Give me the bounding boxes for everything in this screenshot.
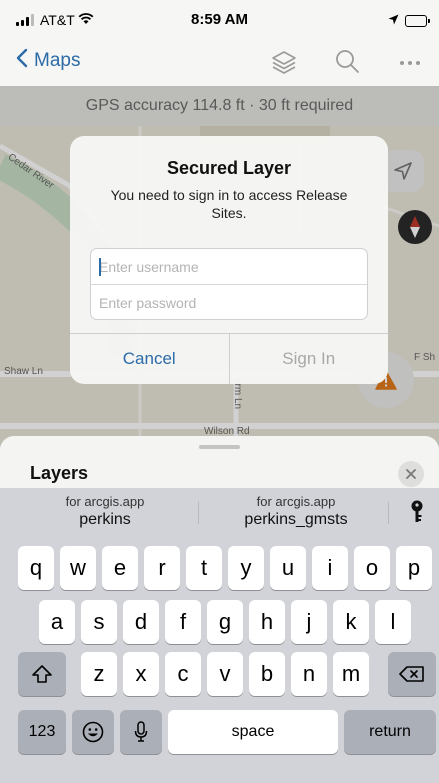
suggestion-username: perkins xyxy=(79,511,131,528)
emoji-icon xyxy=(82,721,104,743)
alert-fields xyxy=(90,248,368,320)
layers-icon[interactable] xyxy=(270,48,298,81)
key-y[interactable]: y xyxy=(228,546,264,590)
numbers-key[interactable]: 123 xyxy=(18,710,66,754)
password-field[interactable] xyxy=(91,285,367,319)
passwords-key-button[interactable] xyxy=(402,500,432,529)
emoji-key[interactable] xyxy=(72,710,114,754)
key-i[interactable]: i xyxy=(312,546,348,590)
key-q[interactable]: q xyxy=(18,546,54,590)
nav-bar: Maps xyxy=(0,38,439,86)
status-bar: AT&T 8:59 AM xyxy=(0,0,439,38)
key-h[interactable]: h xyxy=(249,600,285,644)
back-label: Maps xyxy=(34,50,81,71)
status-time: 8:59 AM xyxy=(191,11,248,28)
key-e[interactable]: e xyxy=(102,546,138,590)
key-m[interactable]: m xyxy=(333,652,369,696)
search-icon[interactable] xyxy=(334,48,360,81)
suggestion-source: for arcgis.app xyxy=(65,494,145,509)
key-f[interactable]: f xyxy=(165,600,201,644)
layers-title: Layers xyxy=(30,463,89,483)
key-x[interactable]: x xyxy=(123,652,159,696)
chevron-left-icon xyxy=(16,48,28,74)
more-icon[interactable] xyxy=(398,54,422,72)
password-suggestions-bar: for arcgis.app perkins for arcgis.app pe… xyxy=(0,488,439,536)
key-t[interactable]: t xyxy=(186,546,222,590)
battery-icon xyxy=(405,15,430,27)
suggestion-username: perkins_gmsts xyxy=(244,511,348,528)
key-k[interactable]: k xyxy=(333,600,369,644)
shift-key[interactable] xyxy=(18,652,66,696)
location-arrow-icon xyxy=(388,12,399,30)
key-u[interactable]: u xyxy=(270,546,306,590)
keyboard: for arcgis.app perkins for arcgis.app pe… xyxy=(0,488,439,783)
key-p[interactable]: p xyxy=(396,546,432,590)
shift-icon xyxy=(32,665,52,683)
suggestion-divider xyxy=(198,502,199,524)
microphone-icon xyxy=(134,721,148,742)
sign-in-button[interactable]: Sign In xyxy=(230,334,389,384)
key-b[interactable]: b xyxy=(249,652,285,696)
close-button[interactable] xyxy=(398,461,424,487)
delete-key[interactable] xyxy=(388,652,436,696)
alert-buttons: Cancel Sign In xyxy=(70,333,388,384)
status-right xyxy=(388,12,430,30)
key-j[interactable]: j xyxy=(291,600,327,644)
key-v[interactable]: v xyxy=(207,652,243,696)
key-s[interactable]: s xyxy=(81,600,117,644)
suggestion-perkins[interactable]: for arcgis.app perkins xyxy=(30,494,180,529)
secured-layer-alert: Secured Layer You need to sign in to acc… xyxy=(70,136,388,384)
key-z[interactable]: z xyxy=(81,652,117,696)
key-a[interactable]: a xyxy=(39,600,75,644)
cancel-button[interactable]: Cancel xyxy=(70,334,230,384)
key-w[interactable]: w xyxy=(60,546,96,590)
alert-message: You need to sign in to access Release Si… xyxy=(110,187,348,221)
return-key[interactable]: return xyxy=(344,710,436,754)
key-r[interactable]: r xyxy=(144,546,180,590)
key-icon xyxy=(411,500,423,522)
layers-panel: Layers xyxy=(0,436,439,488)
backspace-icon xyxy=(399,666,424,682)
key-l[interactable]: l xyxy=(375,600,411,644)
panel-grabber[interactable] xyxy=(199,445,240,449)
suggestion-source: for arcgis.app xyxy=(256,494,336,509)
close-icon xyxy=(406,469,416,479)
space-key[interactable]: space xyxy=(168,710,338,754)
back-button[interactable]: Maps xyxy=(16,48,80,74)
key-n[interactable]: n xyxy=(291,652,327,696)
suggestion-perkins-gmsts[interactable]: for arcgis.app perkins_gmsts xyxy=(216,494,376,529)
key-c[interactable]: c xyxy=(165,652,201,696)
alert-title: Secured Layer xyxy=(166,158,292,178)
key-g[interactable]: g xyxy=(207,600,243,644)
key-d[interactable]: d xyxy=(123,600,159,644)
dictation-key[interactable] xyxy=(120,710,162,754)
suggestion-divider xyxy=(388,502,389,524)
text-caret xyxy=(99,258,101,276)
key-o[interactable]: o xyxy=(354,546,390,590)
username-field[interactable] xyxy=(91,249,367,285)
